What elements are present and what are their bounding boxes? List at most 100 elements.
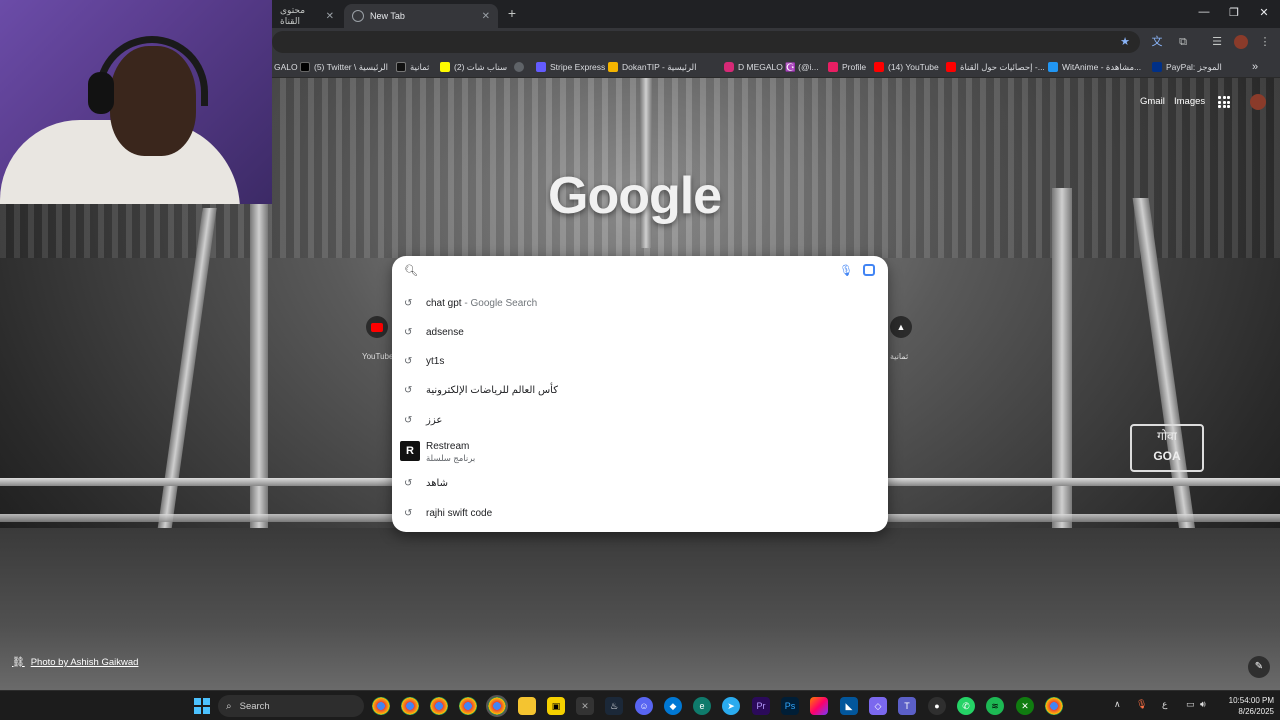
suggestion-item[interactable]: ↺ كأس العالم للرياضات الإلكترونية [392, 377, 888, 403]
restore-icon[interactable]: ❐ [1226, 6, 1242, 19]
suggestion-item[interactable]: ↺ adsense [392, 319, 888, 345]
search-input[interactable] [422, 261, 822, 281]
bookmark-item[interactable]: Stripe Express [536, 60, 605, 74]
github-icon[interactable]: ● [928, 697, 946, 715]
suggestion-item[interactable]: ↺ yt1s [392, 348, 888, 374]
photoshop-icon[interactable]: Ps [781, 697, 799, 715]
tab-new-tab[interactable]: New Tab ✕ [344, 4, 498, 28]
chrome-icon[interactable] [1045, 697, 1063, 715]
xbox-game-bar-icon[interactable]: ✕ [576, 697, 594, 715]
thmanyah-icon [396, 62, 406, 72]
account-avatar[interactable] [1250, 94, 1266, 110]
telegram-icon[interactable]: ➤ [722, 697, 740, 715]
discord-icon[interactable]: ☺ [635, 697, 653, 715]
input-language[interactable]: ع [1162, 699, 1167, 710]
restream-logo-icon: R [400, 441, 420, 461]
instagram-icon[interactable] [810, 697, 828, 715]
shortcut-youtube[interactable] [366, 316, 388, 338]
taskbar-search[interactable]: ⌕ Search [218, 695, 364, 717]
chrome-icon [352, 10, 364, 22]
youtube-icon [874, 62, 884, 72]
bookmark-item[interactable]: Profile [828, 60, 866, 74]
flutter-icon[interactable]: ◣ [840, 697, 858, 715]
bridge-floor [0, 528, 1280, 690]
chrome-icon[interactable] [430, 697, 448, 715]
history-icon: ↺ [404, 297, 413, 309]
bookmark-item[interactable]: إحصائيات حول القناة -... [946, 60, 1045, 74]
customize-pencil-icon[interactable]: ✎ [1248, 656, 1270, 678]
history-icon: ↺ [404, 507, 413, 519]
profile-avatar[interactable] [1234, 35, 1248, 49]
whatsapp-icon[interactable]: ✆ [957, 697, 975, 715]
reading-list-icon[interactable]: ☰ [1210, 35, 1224, 49]
bookmark-item[interactable]: D MEGALO ☪️ (@i... [724, 60, 819, 74]
bookmark-item[interactable]: ثمانية [396, 60, 429, 74]
more-menu-icon[interactable]: ⋮ [1258, 35, 1272, 49]
teams-icon[interactable]: T [898, 697, 916, 715]
voice-search-icon[interactable]: 🎙︎ [839, 264, 853, 277]
xbox-icon[interactable]: ✕ [1016, 697, 1034, 715]
bookmark-item[interactable]: DokanTIP - الرئيسية [608, 60, 696, 74]
chrome-active-icon[interactable] [486, 695, 508, 717]
chrome-icon[interactable] [372, 697, 390, 715]
steam-icon[interactable]: ♨ [605, 697, 623, 715]
globe-icon [514, 62, 524, 72]
address-bar[interactable]: ★ [272, 31, 1140, 53]
chrome-icon[interactable] [459, 697, 477, 715]
stripe-icon [536, 62, 546, 72]
suggestion-item[interactable]: ↺ rajhi swift code [392, 500, 888, 526]
bookmark-item[interactable]: (5) Twitter \ الرئيسية [300, 60, 388, 74]
suggestion-item[interactable]: ↺ شاهد [392, 470, 888, 496]
volume-icon[interactable]: 🔊︎ [1200, 699, 1206, 710]
history-icon: ↺ [404, 384, 413, 396]
shortcut-thmanyah[interactable]: ▲ [890, 316, 912, 338]
microphone-icon[interactable]: 🎙︎ [1136, 699, 1147, 710]
suggestion-item-restream[interactable]: R Restream برنامج سلسلة [392, 438, 888, 464]
premiere-pro-icon[interactable]: Pr [752, 697, 770, 715]
extensions-icon[interactable]: ⧉ [1176, 35, 1190, 49]
tab-label: New Tab [370, 11, 405, 21]
witanime-icon [1048, 62, 1058, 72]
windows-start-icon[interactable] [194, 698, 210, 714]
search-suggestions-panel: 🔍︎ 🎙︎ ↺ chat gpt - Google Search ↺ adsen… [392, 256, 888, 532]
edge-icon[interactable]: e [693, 697, 711, 715]
link-icon: ⛓ [12, 657, 25, 668]
bookmark-item[interactable]: GALO [274, 60, 298, 74]
close-window-icon[interactable]: ✕ [1256, 6, 1272, 19]
system-clock[interactable]: 10:54:00 PM 8/26/2025 [1214, 695, 1274, 717]
close-tab-icon[interactable]: ✕ [326, 11, 334, 22]
new-tab-plus-icon[interactable]: + [504, 6, 520, 22]
dev-app-icon[interactable]: ◇ [869, 697, 887, 715]
network-icon[interactable]: ▭ [1186, 699, 1195, 710]
search-icon: 🔍︎ [404, 265, 418, 277]
bookmark-item[interactable] [514, 60, 528, 74]
gmail-link[interactable]: Gmail [1140, 96, 1165, 107]
translate-icon[interactable]: 文 [1150, 35, 1164, 49]
bookmark-star-icon[interactable]: ★ [1118, 35, 1132, 49]
bookmark-item[interactable]: (14) YouTube [874, 60, 939, 74]
shortcut-label: YouTube [362, 352, 394, 361]
suggestion-item[interactable]: ↺ عزز [392, 407, 888, 433]
bookmark-item[interactable]: PayPal: الموجز [1152, 60, 1222, 74]
bookmark-item[interactable]: سناب شات (2) [440, 60, 507, 74]
spotify-icon[interactable]: ≋ [986, 697, 1004, 715]
history-icon: ↺ [404, 326, 413, 338]
images-link[interactable]: Images [1174, 96, 1205, 107]
search-box[interactable]: 🔍︎ 🎙︎ [392, 256, 888, 286]
sticky-notes-icon[interactable]: ▣ [547, 697, 565, 715]
profile-bookmark-icon [828, 62, 838, 72]
close-tab-icon[interactable]: ✕ [482, 11, 490, 22]
visual-studio-icon[interactable]: ◆ [664, 697, 682, 715]
bookmarks-overflow-icon[interactable]: » [1252, 60, 1258, 74]
photo-credit-link[interactable]: ⛓ Photo by Ashish Gaikwad [12, 657, 138, 668]
windows-taskbar: ⌕ Search ▣ ✕ ♨ ☺ ◆ e ➤ Pr Ps ◣ ◇ T ● ✆ ≋… [0, 690, 1280, 720]
tab-channel-content[interactable]: محتوى القناة ✕ [272, 4, 342, 28]
file-explorer-icon[interactable] [518, 697, 536, 715]
apps-grid-icon[interactable] [1218, 96, 1230, 108]
tray-overflow-icon[interactable]: ∧ [1114, 699, 1121, 710]
chrome-icon[interactable] [401, 697, 419, 715]
minimize-icon[interactable]: — [1196, 6, 1212, 18]
suggestion-item[interactable]: ↺ chat gpt - Google Search [392, 290, 888, 316]
google-lens-icon[interactable] [863, 264, 875, 276]
bookmark-item[interactable]: WitAnime - مشاهدة... [1048, 60, 1141, 74]
